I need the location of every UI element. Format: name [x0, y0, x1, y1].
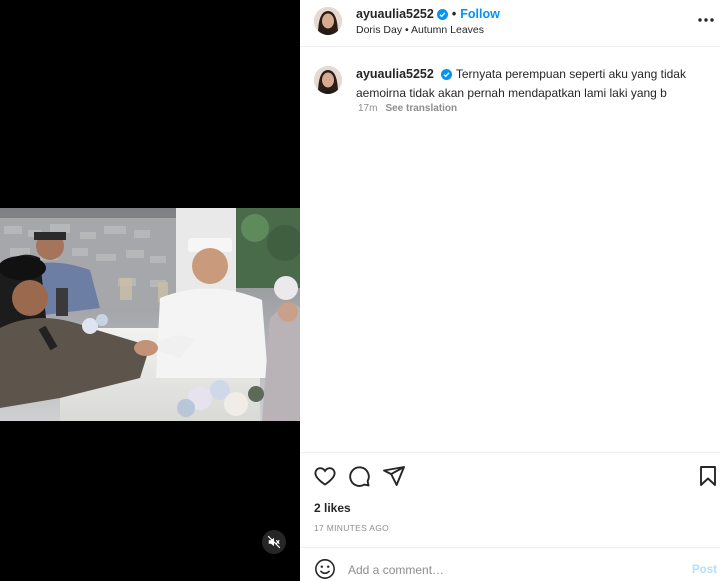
muted-audio-icon [267, 535, 281, 549]
post-comment-button[interactable]: Post [692, 564, 717, 576]
author-avatar[interactable] [314, 7, 342, 35]
follow-button[interactable]: Follow [460, 7, 500, 21]
like-button[interactable] [313, 464, 337, 488]
video-frame-image [0, 208, 300, 421]
media-pane [0, 0, 300, 581]
avatar-image [314, 7, 342, 35]
more-options-button[interactable] [696, 10, 716, 30]
comment-button[interactable] [347, 464, 371, 488]
bookmark-icon [700, 466, 716, 486]
comment-bar: Post [300, 547, 720, 581]
header-separator: • [451, 7, 457, 21]
more-options-icon [698, 18, 714, 22]
audio-separator: • [405, 24, 409, 36]
heart-icon [314, 467, 336, 486]
header-username-row: ayuaulia5252 • Follow [356, 7, 500, 23]
mute-toggle-button[interactable] [262, 530, 286, 554]
post-caption: ayuaulia5252 Ternyata perempuan seperti a… [356, 66, 706, 102]
share-icon [383, 466, 405, 486]
post-timestamp: 17 MINUTES AGO [314, 523, 390, 533]
avatar-image [314, 66, 342, 94]
likes-count[interactable]: 2 likes [314, 501, 351, 515]
emoji-icon [315, 559, 335, 579]
post-detail-panel: ayuaulia5252 • Follow Doris Day • Autumn L… [300, 0, 720, 581]
caption-meta: 17m See translation [358, 103, 457, 114]
comment-input[interactable] [348, 561, 648, 579]
audio-track: Autumn Leaves [411, 24, 485, 36]
video-player[interactable] [0, 208, 300, 421]
caption-time[interactable]: 17m [358, 103, 377, 114]
emoji-button[interactable] [314, 558, 336, 580]
save-button[interactable] [696, 464, 720, 488]
caption-username[interactable]: ayuaulia5252 [356, 67, 434, 81]
audio-attribution[interactable]: Doris Day • Autumn Leaves [356, 24, 484, 36]
see-translation-button[interactable]: See translation [385, 103, 457, 114]
audio-artist: Doris Day [356, 24, 403, 36]
caption-avatar[interactable] [314, 66, 342, 94]
comment-icon [349, 466, 370, 487]
author-username[interactable]: ayuaulia5252 [356, 7, 434, 21]
share-button[interactable] [382, 464, 406, 488]
post-header: ayuaulia5252 • Follow Doris Day • Autumn L… [300, 0, 720, 47]
verified-badge-icon [436, 9, 448, 23]
verified-badge-icon [440, 68, 452, 85]
